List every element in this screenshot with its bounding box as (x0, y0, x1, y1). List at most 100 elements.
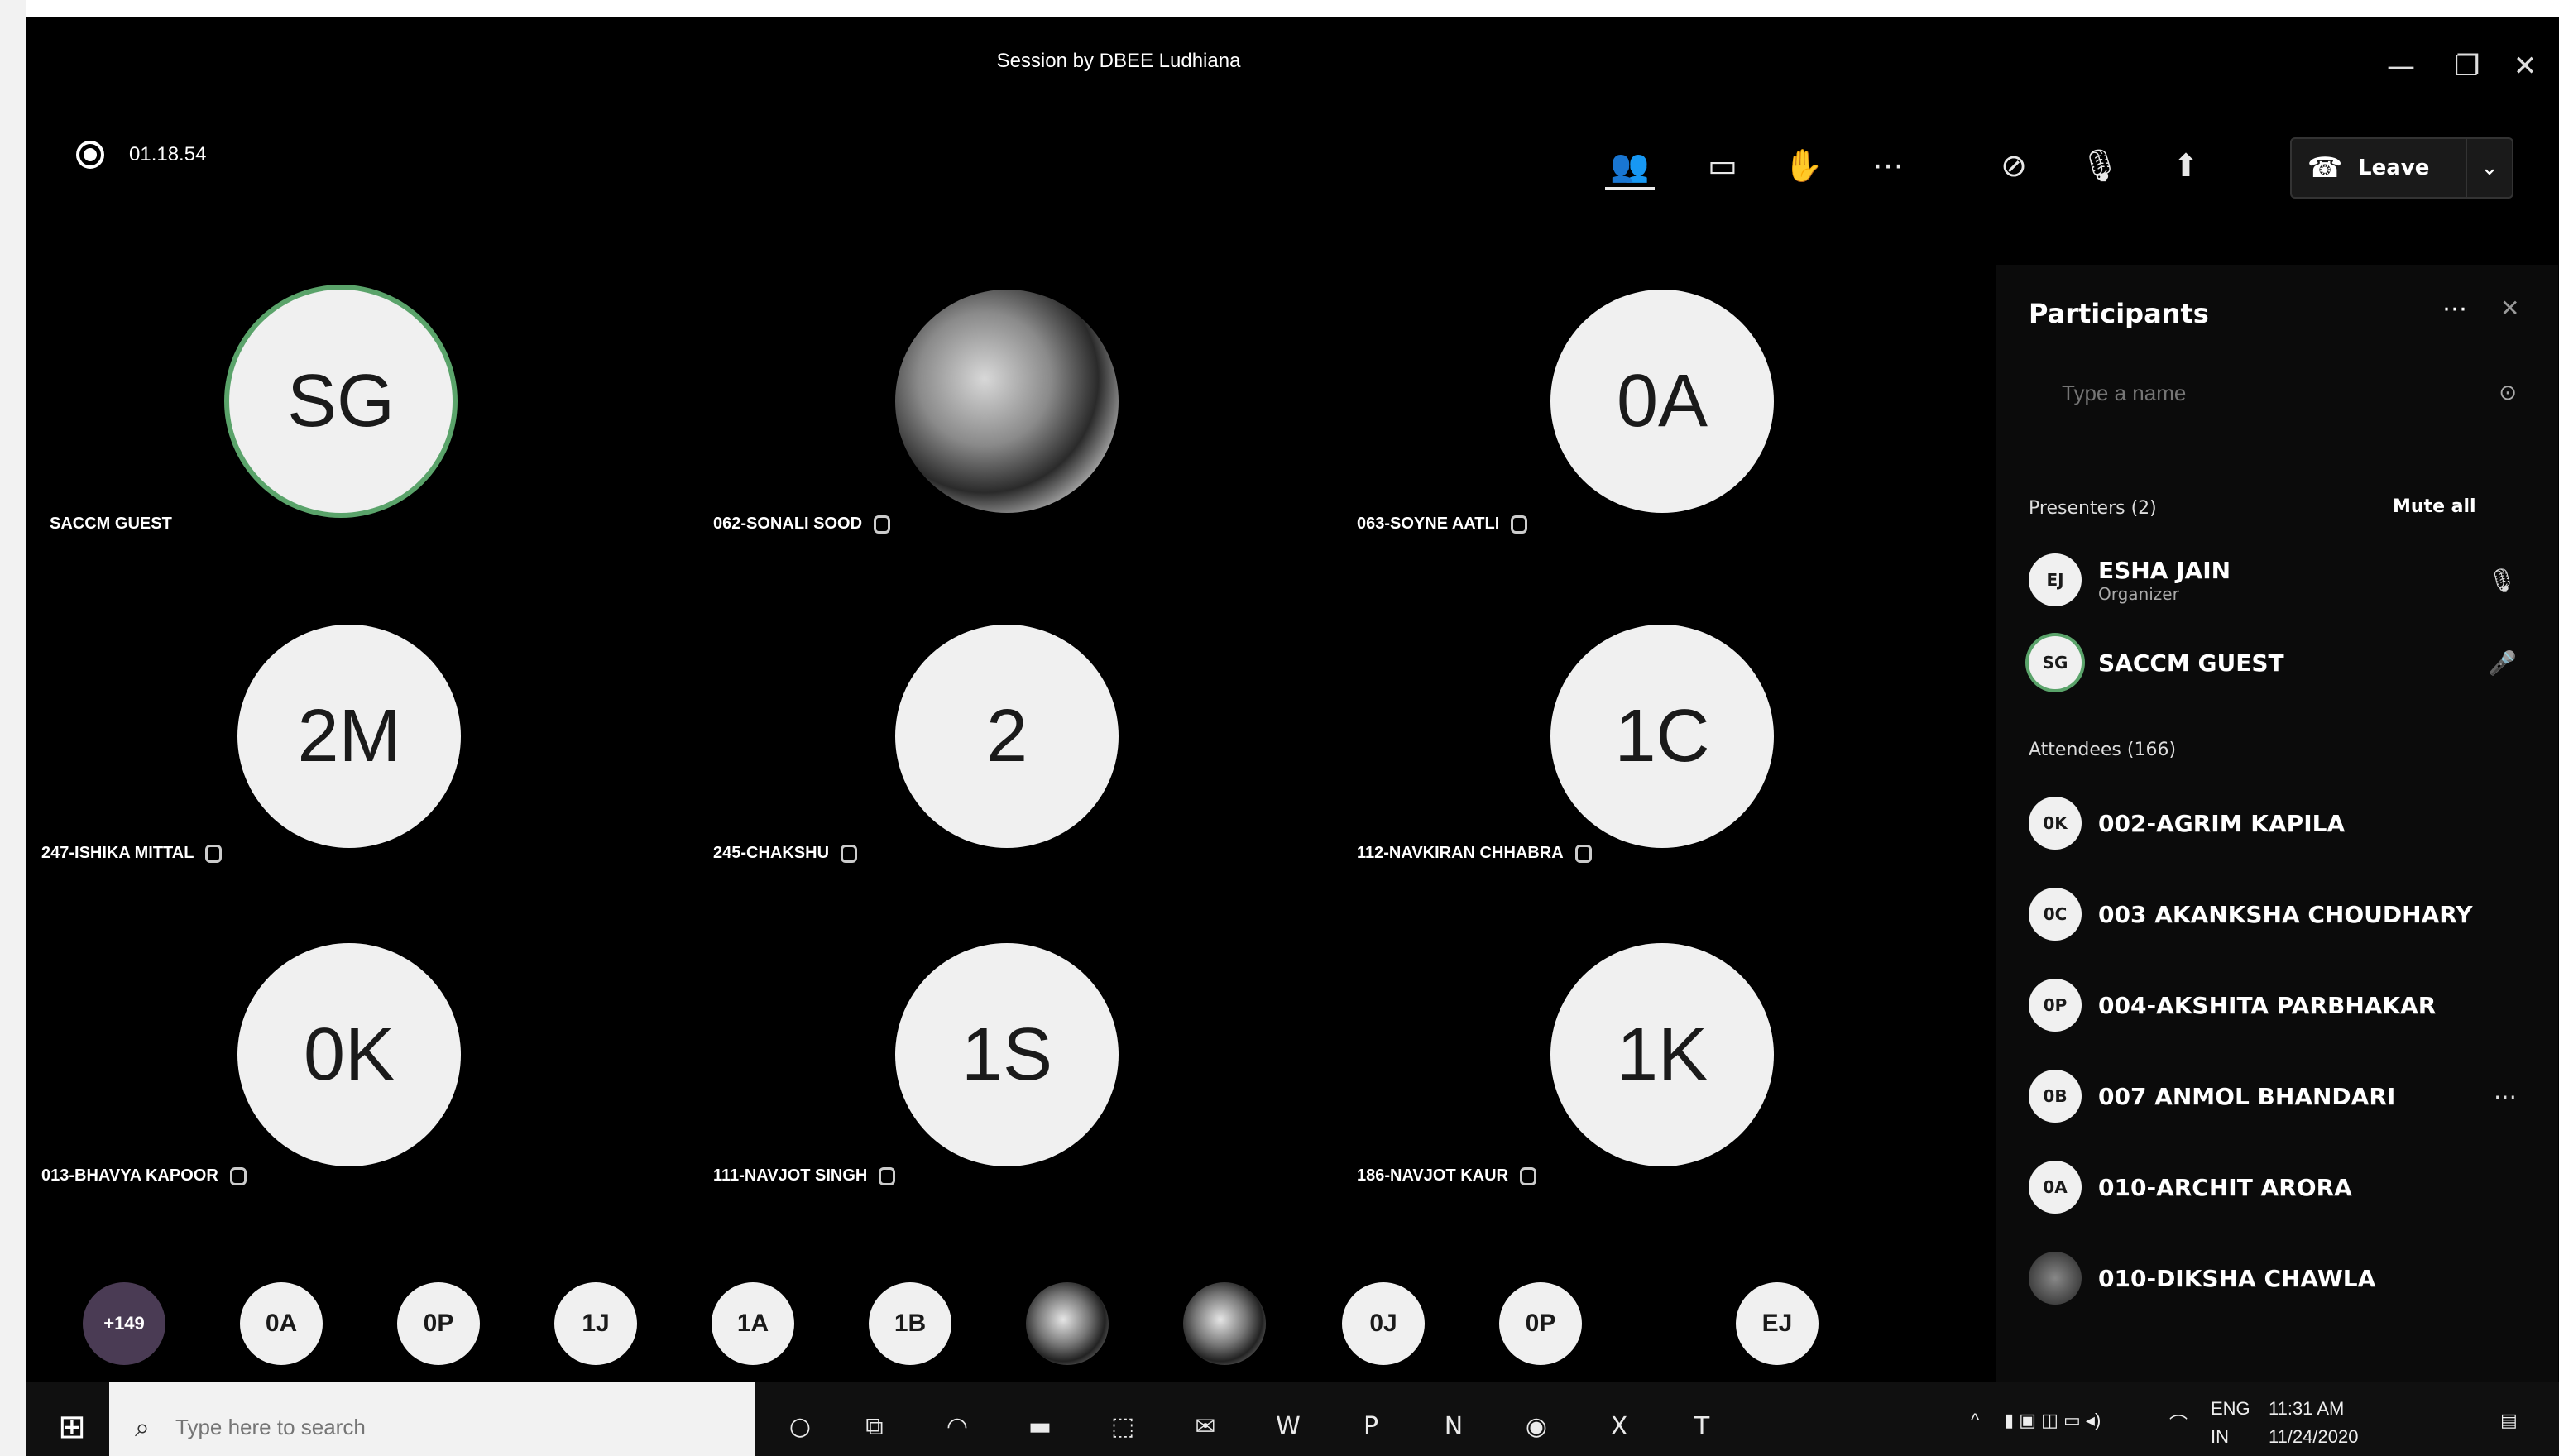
video-tile[interactable]: 2M 247-ISHIKA MITTAL (26, 604, 672, 918)
tray-icons[interactable]: ▮ ▣ ◫ ▭ ◂) (2004, 1410, 2101, 1431)
store-icon[interactable]: ⬚ (1102, 1406, 1143, 1448)
participants-icon[interactable]: 👥 (1605, 141, 1655, 190)
mic-icon (874, 515, 891, 534)
edge-icon[interactable]: ◠ (937, 1406, 978, 1448)
participant-name-text: 111-NAVJOT SINGH (713, 1166, 868, 1185)
presenter-name: SACCM GUEST (2098, 649, 2284, 677)
participant-name-text: 245-CHAKSHU (713, 844, 830, 862)
strip-avatar-photo[interactable] (1026, 1282, 1109, 1365)
raise-hand-icon[interactable]: ✋ (1779, 141, 1828, 190)
left-edge (0, 0, 26, 1456)
participant-name-text: 186-NAVJOT KAUR (1357, 1166, 1508, 1185)
presenter-row[interactable]: EJ ESHA JAIN Organizer 🎙 (2029, 543, 2542, 617)
video-tile[interactable]: 1C 112-NAVKIRAN CHHABRA (1334, 604, 1979, 918)
minimize-button[interactable]: — (2376, 41, 2426, 91)
clock[interactable]: 11:31 AM 11/24/2020 (2269, 1398, 2358, 1448)
video-tile[interactable]: 062-SONALI SOOD (680, 265, 1325, 579)
word-icon[interactable]: W (1268, 1406, 1309, 1448)
maximize-button[interactable]: ❐ (2442, 41, 2492, 91)
participant-name: 245-CHAKSHU (713, 844, 858, 863)
close-button[interactable]: ✕ (2500, 41, 2550, 91)
presenter-name: ESHA JAIN (2098, 556, 2231, 584)
excel-icon[interactable]: X (1598, 1406, 1640, 1448)
task-view-icon[interactable]: ⧉ (854, 1406, 895, 1448)
strip-avatar[interactable]: 0A (240, 1282, 323, 1365)
more-icon[interactable]: ⋯ (1863, 141, 1913, 190)
participant-name-text: 013-BHAVYA KAPOOR (41, 1166, 218, 1185)
mic-icon: 🎤 (2488, 649, 2517, 677)
tray-chevron-icon[interactable]: ^ (1971, 1410, 1979, 1431)
notification-icon[interactable]: ▤ (2500, 1410, 2518, 1431)
strip-avatar[interactable]: 1B (869, 1282, 951, 1365)
participant-search[interactable]: ⊙ (2029, 364, 2525, 422)
recording-indicator: 01.18.54 (76, 141, 206, 169)
avatar: 0A (2029, 1161, 2082, 1214)
attendee-row[interactable]: 0P 004-AKSHITA PARBHAKAR (2029, 968, 2542, 1042)
participant-search-input[interactable] (2029, 364, 2525, 422)
video-tile[interactable]: 2 245-CHAKSHU (680, 604, 1325, 918)
share-link-icon[interactable]: ⊙ (2499, 381, 2517, 405)
participant-name: 013-BHAVYA KAPOOR (41, 1166, 247, 1185)
video-tile[interactable]: 0K 013-BHAVYA KAPOOR (26, 927, 672, 1241)
participants-panel: Participants ⋯ ✕ ⊙ Presenters (2) Mute a… (1996, 265, 2558, 1390)
mic-icon (229, 1166, 247, 1185)
file-explorer-icon[interactable]: ▬ (1019, 1406, 1061, 1448)
language-indicator[interactable]: ENG IN (2211, 1398, 2250, 1448)
strip-avatar[interactable]: 1A (712, 1282, 794, 1365)
attendee-name: 002-AGRIM KAPILA (2098, 809, 2346, 837)
strip-avatar[interactable]: 0J (1342, 1282, 1425, 1365)
video-tile[interactable]: SG SACCM GUEST (26, 265, 672, 579)
presenter-row[interactable]: SG SACCM GUEST 🎤 (2029, 625, 2542, 700)
video-tile[interactable]: 1K 186-NAVJOT KAUR (1334, 927, 1979, 1241)
avatar: 2 (895, 625, 1119, 848)
avatar: SG (229, 290, 453, 513)
avatar: 0A (1550, 290, 1774, 513)
panel-close-icon[interactable]: ✕ (2500, 295, 2519, 322)
mic-off-icon[interactable]: 🎙 (2075, 141, 2125, 190)
more-options-icon[interactable]: ⋯ (2494, 1083, 2517, 1110)
panel-more-icon[interactable]: ⋯ (2442, 295, 2467, 323)
participant-name-text: 063-SOYNE AATLI (1357, 515, 1500, 533)
avatar: 0B (2029, 1070, 2082, 1123)
camera-off-icon[interactable]: ⊘ (1989, 141, 2039, 190)
chrome-icon[interactable]: ◉ (1516, 1406, 1557, 1448)
hang-up-icon: ☎ (2307, 151, 2343, 184)
chat-icon[interactable]: ▭ (1698, 141, 1747, 190)
leave-button[interactable]: ☎ Leave ⌄ (2290, 137, 2513, 199)
avatar: 0K (237, 943, 461, 1166)
teams-icon[interactable]: T (1681, 1406, 1723, 1448)
more-participants-badge[interactable]: +149 (83, 1282, 165, 1365)
attendee-row[interactable]: 0A 010-ARCHIT ARORA (2029, 1150, 2542, 1224)
strip-avatar[interactable]: 0P (1499, 1282, 1582, 1365)
attendee-name: 010-ARCHIT ARORA (2098, 1173, 2352, 1201)
video-tile[interactable]: 0A 063-SOYNE AATLI (1334, 265, 1979, 579)
chevron-down-icon[interactable]: ⌄ (2466, 139, 2512, 197)
mail-icon[interactable]: ✉ (1185, 1406, 1226, 1448)
attendee-row[interactable]: 0C 003 AKANKSHA CHOUDHARY (2029, 877, 2542, 951)
cortana-icon[interactable]: ○ (779, 1406, 821, 1448)
participant-name-text: 112-NAVKIRAN CHHABRA (1357, 844, 1564, 862)
attendees-section[interactable]: Attendees (166) (2029, 740, 2176, 760)
wifi-icon[interactable]: ⌒ (2169, 1410, 2188, 1436)
taskbar-search[interactable]: ⌕ (109, 1382, 755, 1456)
strip-avatar[interactable]: EJ (1736, 1282, 1819, 1365)
avatar: 1K (1550, 943, 1774, 1166)
onenote-icon[interactable]: N (1433, 1406, 1474, 1448)
participant-name: SACCM GUEST (50, 515, 172, 534)
mic-icon (1574, 844, 1592, 863)
mute-all-button[interactable]: Mute all (2393, 496, 2476, 517)
mic-icon (879, 1166, 896, 1185)
presenters-section[interactable]: Presenters (2) (2029, 498, 2157, 519)
strip-avatar[interactable]: 1J (554, 1282, 637, 1365)
powerpoint-icon[interactable]: P (1350, 1406, 1392, 1448)
attendee-row[interactable]: 010-DIKSHA CHAWLA (2029, 1241, 2542, 1315)
avatar: 1C (1550, 625, 1774, 848)
taskbar-search-input[interactable] (175, 1414, 672, 1440)
attendee-row[interactable]: 0B 007 ANMOL BHANDARI ⋯ (2029, 1059, 2542, 1133)
attendee-row[interactable]: 0K 002-AGRIM KAPILA (2029, 786, 2542, 860)
strip-avatar[interactable]: 0P (397, 1282, 480, 1365)
video-tile[interactable]: 1S 111-NAVJOT SINGH (680, 927, 1325, 1241)
share-icon[interactable]: ⬆ (2161, 141, 2211, 190)
strip-avatar-photo[interactable] (1183, 1282, 1266, 1365)
windows-start-icon[interactable]: ⊞ (51, 1406, 93, 1448)
